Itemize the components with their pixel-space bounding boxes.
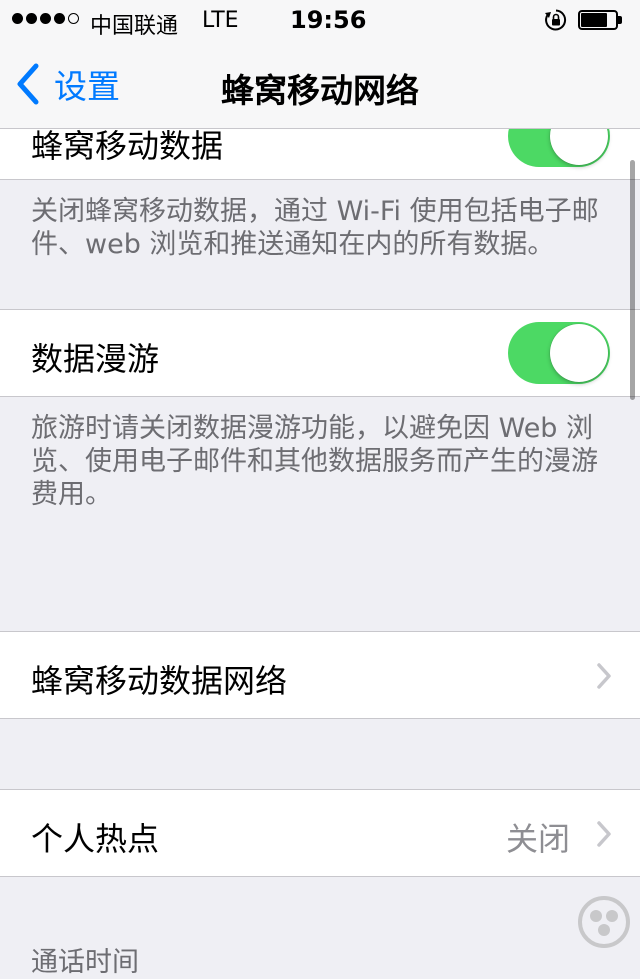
scroll-indicator (630, 160, 635, 400)
rotation-lock-icon (545, 9, 567, 31)
signal-dot (68, 13, 79, 24)
signal-dot (12, 13, 23, 24)
data-roaming-toggle[interactable] (508, 322, 610, 384)
settings-scroll-view[interactable]: 蜂窝移动数据 关闭蜂窝移动数据，通过 Wi-Fi 使用包括电子邮件、web 浏览… (0, 0, 640, 978)
clock: 19:56 (290, 6, 367, 34)
navigation-bar: 设置 蜂窝移动网络 (0, 40, 640, 129)
signal-dot (26, 13, 37, 24)
status-bar: 中国联通 LTE 19:56 (0, 0, 640, 40)
signal-strength-icon (12, 13, 79, 24)
battery-fill (581, 13, 607, 27)
chevron-right-icon (597, 821, 611, 847)
cellular-data-network-label: 蜂窝移动数据网络 (31, 662, 288, 700)
chevron-right-icon (597, 663, 611, 689)
battery-icon (578, 10, 624, 30)
personal-hotspot-label: 个人热点 (31, 820, 160, 858)
cellular-data-footer: 关闭蜂窝移动数据，通过 Wi-Fi 使用包括电子邮件、web 浏览和推送通知在内… (31, 196, 599, 260)
battery-cap (618, 16, 622, 24)
signal-dot (54, 13, 65, 24)
cellular-data-network-row[interactable]: 蜂窝移动数据网络 (0, 631, 640, 719)
network-type: LTE (202, 8, 239, 33)
page-title: 蜂窝移动网络 (221, 71, 419, 110)
carrier-name: 中国联通 (90, 14, 179, 39)
data-roaming-footer: 旅游时请关闭数据漫游功能，以避免因 Web 浏览、使用电子邮件和其他数据服务而产… (31, 413, 598, 510)
signal-dot (40, 13, 51, 24)
data-roaming-label: 数据漫游 (31, 340, 160, 378)
personal-hotspot-value: 关闭 (505, 820, 570, 858)
toggle-knob (550, 324, 608, 382)
watermark-logo (578, 896, 630, 948)
personal-hotspot-row[interactable]: 个人热点 关闭 (0, 789, 640, 877)
data-roaming-row: 数据漫游 (0, 309, 640, 397)
